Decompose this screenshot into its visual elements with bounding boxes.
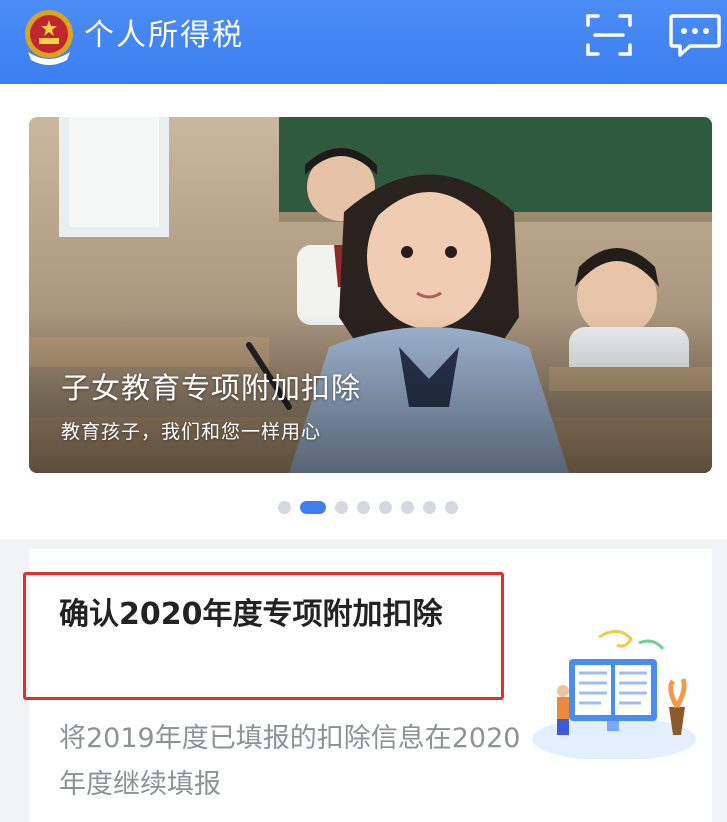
carousel-dot[interactable] xyxy=(335,500,348,514)
banner-carousel-slide[interactable]: 子女教育专项附加扣除 教育孩子，我们和您一样用心 xyxy=(29,117,712,473)
carousel-dot[interactable] xyxy=(357,500,370,514)
computer-illustration-icon xyxy=(532,630,696,759)
carousel-indicator xyxy=(278,500,458,514)
scan-icon[interactable] xyxy=(584,10,634,60)
carousel-dot[interactable] xyxy=(300,500,326,514)
carousel-dot[interactable] xyxy=(423,500,436,514)
carousel-dot[interactable] xyxy=(278,500,291,514)
app-header: 个人所得税 xyxy=(0,0,727,84)
carousel-dot[interactable] xyxy=(445,500,458,514)
app-title: 个人所得税 xyxy=(84,18,244,53)
carousel-dot[interactable] xyxy=(401,500,414,514)
tax-emblem-icon xyxy=(25,10,73,65)
carousel-dot[interactable] xyxy=(379,500,392,514)
banner-subtitle: 教育孩子，我们和您一样用心 xyxy=(61,421,322,443)
banner-section: 子女教育专项附加扣除 教育孩子，我们和您一样用心 xyxy=(0,84,727,539)
message-icon[interactable] xyxy=(668,10,722,60)
card-description: 将2019年度已填报的扣除信息在2020年度继续填报 xyxy=(59,723,521,800)
special-deduction-confirm-card[interactable]: 确认2020年度专项附加扣除 将2019年度已填报的扣除信息在2020年度继续填… xyxy=(23,549,712,822)
card-title: 确认2020年度专项附加扣除 xyxy=(59,597,443,632)
banner-title: 子女教育专项附加扣除 xyxy=(61,371,362,405)
